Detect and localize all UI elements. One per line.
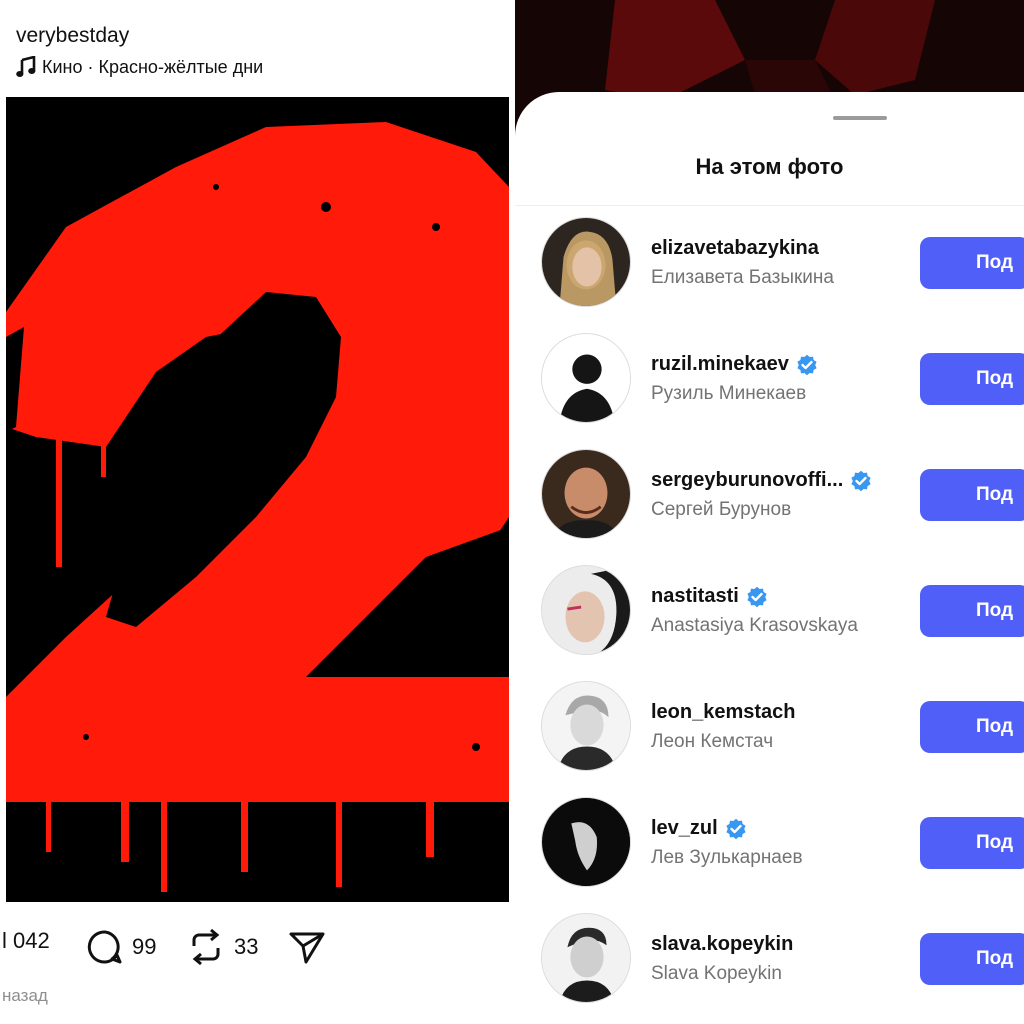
avatar[interactable] <box>541 333 631 423</box>
sheet-title: На этом фото <box>515 154 1024 180</box>
bottom-sheet: На этом фото elizavetabazykina Елизавета … <box>515 92 1024 1024</box>
like-count[interactable]: l 042 <box>2 928 50 954</box>
person-full-name: Леон Кемстач <box>651 731 774 752</box>
comments-count: 99 <box>132 934 157 959</box>
avatar[interactable] <box>541 913 631 1003</box>
avatar[interactable] <box>541 217 631 307</box>
person-full-name: Anastasiya Krasovskaya <box>651 615 858 636</box>
person-row[interactable]: nastitasti Anastasiya Krasovskaya Под <box>515 565 1024 681</box>
person-full-name: Сергей Бурунов <box>651 499 792 520</box>
reposts-count: 33 <box>234 934 259 959</box>
person-row[interactable]: elizavetabazykina Елизавета Базыкина Под <box>515 217 1024 333</box>
person-full-name: Лев Зулькарнаев <box>651 847 803 868</box>
person-row[interactable]: leon_kemstach Леон Кемстач Под <box>515 681 1024 797</box>
follow-button[interactable]: Под <box>920 353 1024 405</box>
music-note-icon <box>16 56 36 78</box>
repost-button[interactable]: 33 <box>188 928 258 966</box>
action-bar: l 042 99 33 <box>0 918 510 970</box>
comment-icon <box>86 928 124 966</box>
avatar[interactable] <box>541 565 631 655</box>
person-username-text: ruzil.minekaev <box>651 353 789 375</box>
person-full-name: Slava Kopeykin <box>651 963 782 984</box>
post-header: verybestday Кино · Красно-жёлтые дни <box>0 0 510 96</box>
person-username[interactable]: slava.kopeykin <box>651 933 793 956</box>
sheet-title-text: На этом фото <box>695 154 844 179</box>
person-row[interactable]: ruzil.minekaev Рузиль Минекаев Под <box>515 333 1024 449</box>
person-username[interactable]: leon_kemstach <box>651 701 796 724</box>
follow-button[interactable]: Под <box>920 237 1024 289</box>
follow-button[interactable]: Под <box>920 933 1024 985</box>
person-username[interactable]: lev_zul <box>651 817 747 840</box>
person-username-text: nastitasti <box>651 585 739 607</box>
verified-icon <box>746 586 768 608</box>
person-full-name: Рузиль Минекаев <box>651 383 807 404</box>
person-row[interactable]: lev_zul Лев Зулькарнаев Под <box>515 797 1024 913</box>
likes-count: l 042 <box>2 928 50 953</box>
divider <box>515 205 1024 206</box>
person-username-text: lev_zul <box>651 817 718 839</box>
share-button[interactable] <box>288 928 326 966</box>
share-icon <box>288 928 326 966</box>
person-row[interactable]: slava.kopeykin Slava Kopeykin Под <box>515 913 1024 1024</box>
sheet-drag-handle[interactable] <box>833 116 887 120</box>
follow-button[interactable]: Под <box>920 585 1024 637</box>
avatar[interactable] <box>541 797 631 887</box>
avatar[interactable] <box>541 449 631 539</box>
comment-button[interactable]: 99 <box>86 928 156 966</box>
person-username-text: leon_kemstach <box>651 701 796 723</box>
music-label: Кино · Красно-жёлтые дни <box>42 56 264 77</box>
poster-number-two <box>6 97 509 902</box>
follow-button[interactable]: Под <box>920 701 1024 753</box>
music-row[interactable]: Кино · Красно-жёлтые дни <box>16 56 263 78</box>
repost-icon <box>188 928 224 966</box>
person-full-name: Елизавета Базыкина <box>651 267 834 288</box>
person-username[interactable]: elizavetabazykina <box>651 237 819 260</box>
verified-icon <box>725 818 747 840</box>
post-username[interactable]: verybestday <box>16 24 129 48</box>
avatar[interactable] <box>541 681 631 771</box>
person-username[interactable]: sergeyburunovoffi... <box>651 469 872 492</box>
post-panel: verybestday Кино · Красно-жёлтые дни l 0… <box>0 0 510 1024</box>
person-username-text: slava.kopeykin <box>651 933 794 955</box>
follow-button[interactable]: Под <box>920 817 1024 869</box>
tagged-people-panel: На этом фото elizavetabazykina Елизавета … <box>515 0 1024 1024</box>
person-username[interactable]: ruzil.minekaev <box>651 353 818 376</box>
post-timestamp: назад <box>2 986 48 1005</box>
follow-button[interactable]: Под <box>920 469 1024 521</box>
post-image[interactable] <box>6 97 509 902</box>
person-username-text: elizavetabazykina <box>651 237 819 259</box>
person-row[interactable]: sergeyburunovoffi... Сергей Бурунов Под <box>515 449 1024 565</box>
verified-icon <box>796 354 818 376</box>
person-username[interactable]: nastitasti <box>651 585 768 608</box>
person-username-text: sergeyburunovoffi... <box>651 469 844 491</box>
verified-icon <box>850 470 872 492</box>
